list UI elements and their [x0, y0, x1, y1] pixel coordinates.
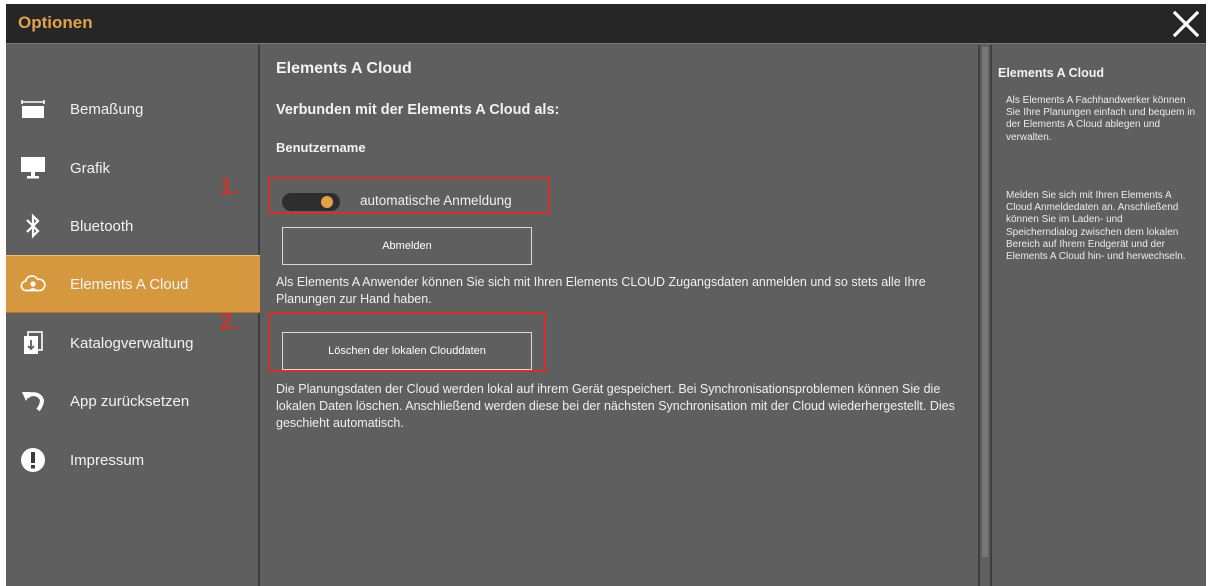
help-paragraph: Als Elements A Fachhandwerker können Sie… — [1006, 95, 1196, 143]
close-icon[interactable] — [1170, 8, 1202, 40]
scrollbar-thumb[interactable] — [982, 47, 988, 557]
sidebar-item-impressum[interactable]: Impressum — [6, 431, 260, 489]
catalog-icon — [20, 330, 46, 356]
sidebar-item-bemassung[interactable]: Bemaßung — [6, 80, 260, 138]
connected-label: Verbunden mit der Elements A Cloud als: — [276, 102, 560, 118]
page-title: Elements A Cloud — [276, 60, 412, 77]
sidebar-item-label: Grafik — [70, 159, 111, 177]
sidebar-item-label: Impressum — [70, 451, 145, 469]
monitor-icon — [20, 155, 46, 181]
dimension-icon — [20, 96, 46, 122]
sidebar-item-label: Katalogverwaltung — [70, 334, 194, 352]
help-paragraph: Melden Sie sich mit Ihren Elements A Clo… — [1006, 190, 1186, 263]
sidebar-item-label: Bluetooth — [70, 217, 134, 235]
sidebar-item-elements-a-cloud[interactable]: Elements A Cloud — [6, 255, 260, 313]
window-title: Optionen — [18, 13, 93, 32]
sidebar-item-bluetooth[interactable]: Bluetooth — [6, 197, 260, 255]
reset-icon — [20, 388, 46, 414]
info-icon — [20, 447, 46, 473]
username-label: Benutzername — [276, 140, 366, 155]
sidebar-item-app-zuruecksetzen[interactable]: App zurücksetzen — [6, 372, 260, 430]
sidebar-item-label: Bemaßung — [70, 100, 144, 118]
cloud-icon — [20, 271, 46, 297]
logout-button[interactable]: Abmelden — [282, 227, 532, 265]
help-panel: Elements A Cloud Als Elements A Fachhand… — [990, 45, 1206, 586]
annotation-marker-1: 1. — [220, 174, 239, 199]
title-bar: Optionen — [6, 4, 1206, 44]
annotation-marker-2: 2. — [220, 309, 239, 334]
login-info-text: Als Elements A Anwender können Sie sich … — [276, 275, 926, 306]
annotation-box-2 — [268, 312, 546, 372]
content-scrollbar[interactable] — [978, 45, 990, 586]
sidebar-item-label: App zurücksetzen — [70, 392, 190, 410]
delete-info-text: Die Planungsdaten der Cloud werden lokal… — [276, 382, 955, 430]
bluetooth-icon — [20, 213, 46, 239]
options-window: Optionen Bemaßung Grafik Bluetooth Eleme… — [6, 4, 1206, 586]
help-title: Elements A Cloud — [998, 66, 1105, 80]
sidebar-item-label: Elements A Cloud — [70, 275, 189, 293]
annotation-box-1 — [268, 177, 550, 214]
